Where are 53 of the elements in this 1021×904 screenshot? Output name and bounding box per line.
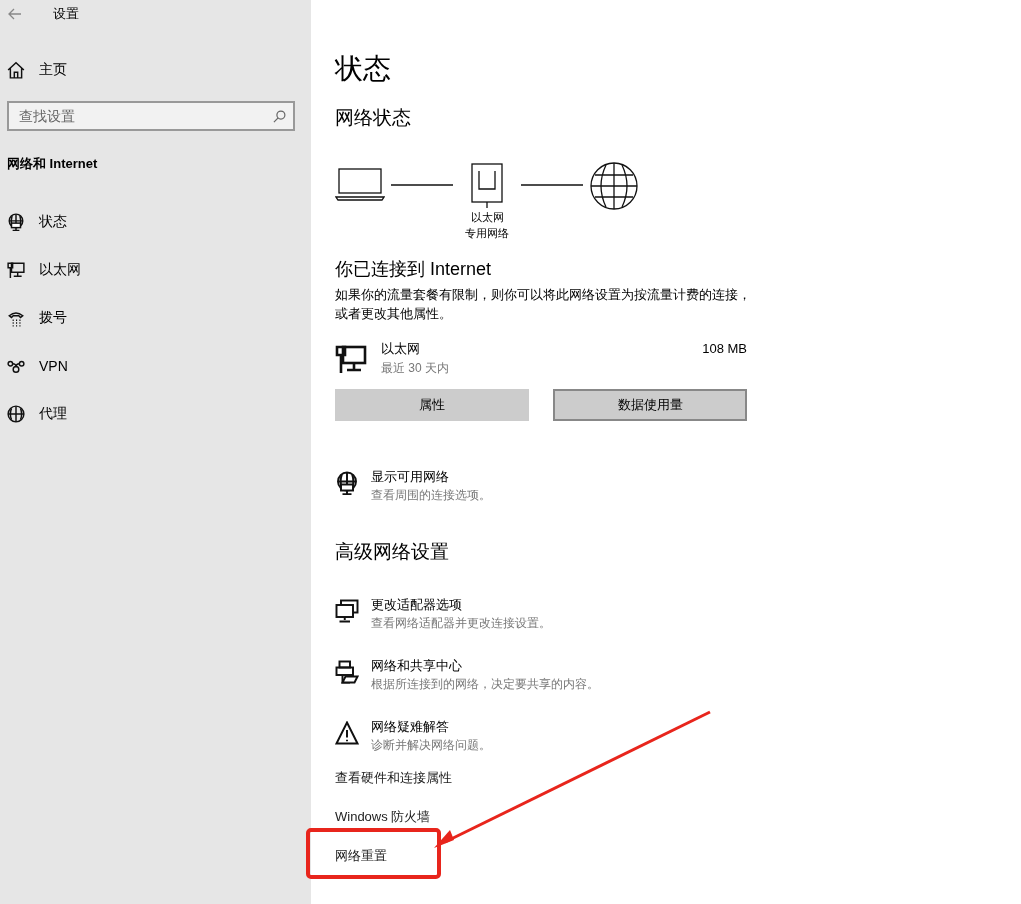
- sidebar-item[interactable]: 拨号: [0, 294, 311, 342]
- item-title: 更改适配器选项: [371, 596, 463, 614]
- sidebar-item[interactable]: 以太网: [0, 246, 311, 294]
- settings-link[interactable]: Windows 防火墙: [335, 807, 431, 826]
- ethernet-port-icon: [471, 163, 503, 209]
- item-description: 查看网络适配器并更改连接设置。: [371, 615, 551, 632]
- settings-link-item[interactable]: 更改适配器选项 查看网络适配器并更改连接设置。: [335, 595, 551, 632]
- connection-name: 以太网: [381, 340, 421, 358]
- settings-link[interactable]: 网络重置: [335, 846, 387, 865]
- connector-line: [521, 184, 583, 186]
- status-heading: 你已连接到 Internet: [335, 258, 492, 281]
- item-title: 显示可用网络: [371, 468, 450, 486]
- adapter-label: 以太网: [470, 210, 504, 225]
- status-description: 如果你的流量套餐有限制，则你可以将此网络设置为按流量计费的连接，或者更改其他属性。: [335, 286, 752, 323]
- sidebar-item[interactable]: VPN: [0, 342, 311, 390]
- globe-icon: [589, 161, 639, 211]
- settings-link-item[interactable]: 网络疑难解答 诊断并解决网络问题。: [335, 717, 491, 754]
- globe-monitor-icon: [335, 471, 359, 495]
- monitor-icon: [7, 261, 25, 279]
- page-title: 状态: [335, 52, 391, 86]
- action-button[interactable]: 属性: [335, 389, 529, 421]
- settings-link[interactable]: 查看硬件和连接属性: [335, 768, 452, 787]
- search-field[interactable]: 查找设置: [7, 101, 295, 131]
- printer-folder-icon: [335, 660, 359, 684]
- globe-icon: [7, 405, 25, 423]
- section-heading: 网络和 Internet: [6, 155, 99, 173]
- item-title: 网络和共享中心: [371, 657, 463, 675]
- connection-period: 最近 30 天内: [381, 360, 450, 377]
- settings-link-item[interactable]: 显示可用网络 查看周围的连接选项。: [335, 467, 491, 504]
- two-monitors-icon: [335, 599, 359, 623]
- item-description: 诊断并解决网络问题。: [371, 737, 491, 754]
- item-description: 根据所连接到的网络，决定要共享的内容。: [371, 676, 599, 693]
- sidebar-item[interactable]: 代理: [0, 390, 311, 438]
- connector-line: [391, 184, 453, 186]
- home-nav-item[interactable]: 主页: [0, 46, 311, 94]
- laptop-icon: [335, 167, 385, 201]
- network-profile-label: 专用网络: [465, 226, 509, 241]
- phone-icon: [7, 309, 25, 327]
- back-arrow-icon: [8, 8, 22, 20]
- warning-icon: [335, 721, 359, 745]
- globe-monitor-icon: [7, 213, 25, 231]
- data-usage-amount: 108 MB: [702, 340, 747, 358]
- section-heading: 网络状态: [335, 106, 411, 130]
- search-icon: [273, 110, 286, 123]
- window-title: 设置: [53, 5, 79, 23]
- action-button[interactable]: 数据使用量: [553, 389, 747, 421]
- ethernet-monitor-icon: [335, 343, 367, 375]
- home-icon: [7, 61, 25, 79]
- section-heading: 高级网络设置: [335, 540, 449, 564]
- item-title: 网络疑难解答: [371, 718, 450, 736]
- sidebar-item[interactable]: 状态: [0, 198, 311, 246]
- item-description: 查看周围的连接选项。: [371, 487, 491, 504]
- settings-link-item[interactable]: 网络和共享中心 根据所连接到的网络，决定要共享的内容。: [335, 656, 599, 693]
